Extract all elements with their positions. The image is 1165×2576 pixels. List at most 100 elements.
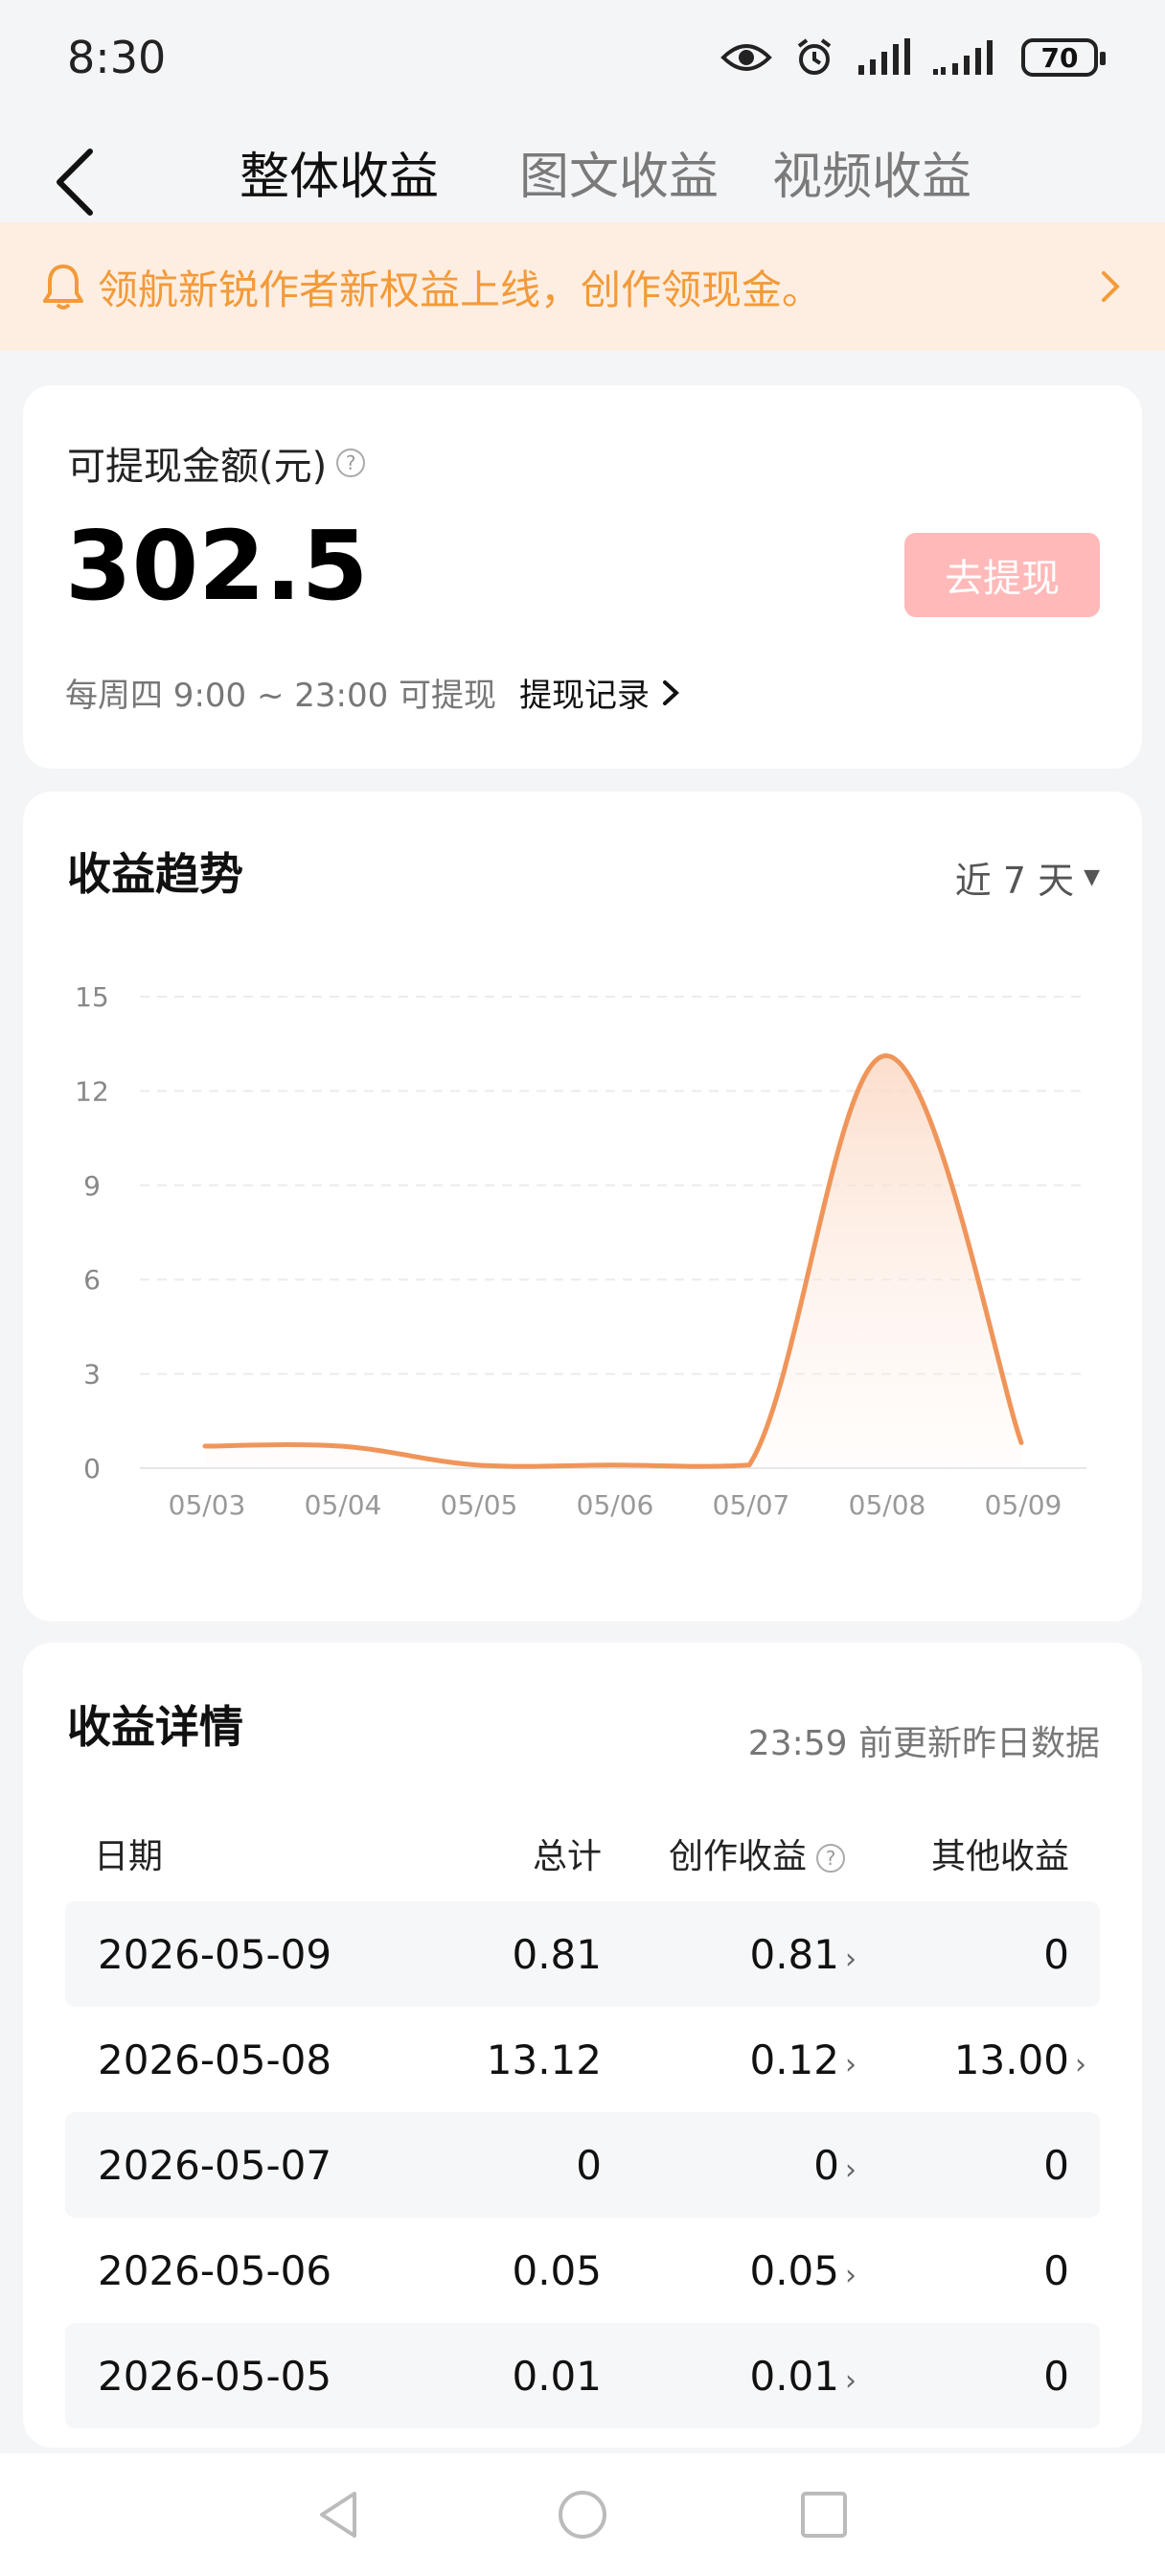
trend-chart: 0 3 6 9 12 15 05/03 05/04 05/05 05/06 05/07 05/08 0…	[75, 981, 1086, 1521]
chevron-right-icon	[1102, 271, 1120, 302]
bell-icon	[43, 264, 83, 310]
trend-card: 收益趋势 近 7 天 ▼ 0 3 6 9 12 15 05/03 05/04 05/05 05/…	[23, 792, 1142, 1622]
cell-other: 13.00	[953, 2036, 1069, 2083]
cell-total: 0.81	[512, 1930, 602, 1978]
x-tick-label: 05/05	[441, 1489, 518, 1521]
chevron-right-icon	[663, 679, 680, 705]
cell-creation-link[interactable]: 0 ›	[602, 2142, 870, 2189]
status-time: 8:30	[67, 32, 167, 83]
cell-total: 13.12	[486, 2036, 602, 2083]
notice-text: 领航新锐作者新权益上线，创作领现金。	[98, 265, 823, 313]
system-nav-bar	[0, 2453, 1165, 2576]
balance-label: 可提现金额(元)	[67, 445, 328, 489]
cell-date: 2026-05-06	[98, 2246, 332, 2294]
y-tick-label: 15	[75, 981, 109, 1013]
top-nav: 整体收益 图文收益 视频收益	[0, 115, 1165, 220]
x-tick-label: 05/09	[985, 1489, 1062, 1521]
y-tick-label: 12	[75, 1075, 109, 1107]
balance-value: 302.5	[65, 510, 369, 622]
cell-creation-link[interactable]: 0.12 ›	[602, 2036, 870, 2083]
y-tick-label: 9	[83, 1170, 101, 1202]
cell-date: 2026-05-07	[98, 2141, 332, 2189]
withdraw-schedule-row: 每周四 9:00 ~ 23:00 可提现 提现记录	[65, 669, 684, 716]
help-icon[interactable]: ?	[816, 1844, 845, 1873]
header-creation: 创作收益?	[602, 1828, 870, 1878]
cell-other-link[interactable]: 13.00 ›	[870, 2036, 1100, 2083]
battery-indicator: 70	[1021, 38, 1106, 77]
table-row: 2026-05-09 0.81 0.81 › 0	[65, 1901, 1100, 2007]
eye-icon	[720, 44, 772, 71]
detail-update-note: 23:59 前更新昨日数据	[747, 1724, 1100, 1763]
table-row: 2026-05-06 0.05 0.05 › 0	[65, 2218, 1100, 2323]
back-icon[interactable]	[46, 144, 103, 220]
cell-creation-link[interactable]: 0.05 ›	[602, 2247, 870, 2294]
table-header: 日期 总计 创作收益? 其他收益	[65, 1806, 1100, 1901]
withdraw-record-label: 提现记录	[519, 677, 651, 715]
x-tick-label: 05/03	[169, 1489, 246, 1521]
y-tick-label: 0	[83, 1453, 101, 1484]
x-tick-label: 05/06	[577, 1489, 654, 1521]
table-row: 2026-05-07 0 0 › 0	[65, 2112, 1100, 2218]
cell-other-link: 0	[870, 2353, 1100, 2400]
cell-other: 0	[1043, 2246, 1069, 2294]
cell-total: 0.05	[512, 2246, 602, 2294]
withdraw-schedule: 每周四 9:00 ~ 23:00 可提现	[65, 677, 497, 715]
home-circle-icon[interactable]	[554, 2486, 611, 2543]
back-triangle-icon[interactable]	[310, 2486, 368, 2543]
x-tick-label: 05/08	[849, 1489, 926, 1521]
x-tick-label: 05/07	[713, 1489, 790, 1521]
detail-card: 收益详情 23:59 前更新昨日数据 日期 总计 创作收益? 其他收益 2026…	[23, 1643, 1142, 2448]
header-other: 其他收益	[930, 1837, 1069, 1876]
withdraw-record-link[interactable]: 提现记录	[519, 669, 684, 716]
chevron-right-icon: ›	[845, 2152, 857, 2187]
recents-square-icon[interactable]	[795, 2486, 853, 2543]
alarm-icon	[797, 38, 832, 75]
cell-creation-link[interactable]: 0.01 ›	[602, 2353, 870, 2400]
withdraw-button[interactable]: 去提现	[904, 533, 1100, 617]
cell-other: 0	[1043, 1930, 1069, 1978]
status-bar: 8:30 70	[0, 0, 1165, 115]
y-tick-label: 3	[83, 1359, 101, 1391]
balance-card: 可提现金额(元) ? 302.5 去提现 每周四 9:00 ~ 23:00 可提…	[23, 385, 1142, 769]
tab-overall-earnings[interactable]: 整体收益	[240, 136, 439, 208]
header-total: 总计	[532, 1837, 602, 1876]
cell-date: 2026-05-05	[98, 2352, 332, 2400]
help-icon[interactable]: ?	[336, 448, 366, 477]
detail-title: 收益详情	[67, 1701, 243, 1753]
cell-creation: 0	[813, 2141, 839, 2189]
table-row: 2026-05-05 0.01 0.01 › 0	[65, 2323, 1100, 2428]
status-icons: 70	[720, 36, 1106, 79]
x-tick-label: 05/04	[305, 1489, 382, 1521]
cell-creation-link[interactable]: 0.81 ›	[602, 1931, 870, 1978]
cell-other-link: 0	[870, 2247, 1100, 2294]
series-area	[205, 1055, 1021, 1468]
tab-article-earnings[interactable]: 图文收益	[519, 136, 719, 208]
balance-label-row: 可提现金额(元) ?	[67, 435, 366, 491]
cell-date: 2026-05-09	[98, 1930, 332, 1978]
cell-creation: 0.81	[749, 1930, 839, 1978]
cell-other: 0	[1043, 2352, 1069, 2400]
notice-banner[interactable]: 领航新锐作者新权益上线，创作领现金。	[0, 222, 1165, 351]
cell-creation: 0.12	[749, 2036, 839, 2083]
cell-creation: 0.05	[749, 2246, 839, 2294]
cell-total: 0	[576, 2141, 602, 2189]
cell-other: 0	[1043, 2141, 1069, 2189]
cell-date: 2026-05-08	[98, 2036, 332, 2083]
chevron-right-icon: ›	[845, 2363, 857, 2398]
table-body: 2026-05-09 0.81 0.81 › 0 2026-05-08 13.12 0.12 ›…	[65, 1901, 1100, 2428]
tab-video-earnings[interactable]: 视频收益	[772, 136, 971, 208]
signal-icon	[858, 38, 910, 75]
chevron-right-icon: ›	[845, 2047, 857, 2082]
y-tick-label: 6	[83, 1264, 101, 1296]
header-creation-label: 创作收益	[668, 1837, 807, 1876]
chevron-right-icon: ›	[845, 1942, 857, 1976]
cell-other-link: 0	[870, 2142, 1100, 2189]
cell-other-link: 0	[870, 1931, 1100, 1978]
chevron-right-icon: ›	[1075, 2047, 1086, 2082]
table-row: 2026-05-08 13.12 0.12 › 13.00 ›	[65, 2007, 1100, 2112]
header-date: 日期	[94, 1837, 164, 1876]
cell-total: 0.01	[512, 2352, 602, 2400]
signal-icon	[933, 40, 993, 75]
chevron-right-icon: ›	[845, 2258, 857, 2292]
cell-creation: 0.01	[749, 2352, 839, 2400]
